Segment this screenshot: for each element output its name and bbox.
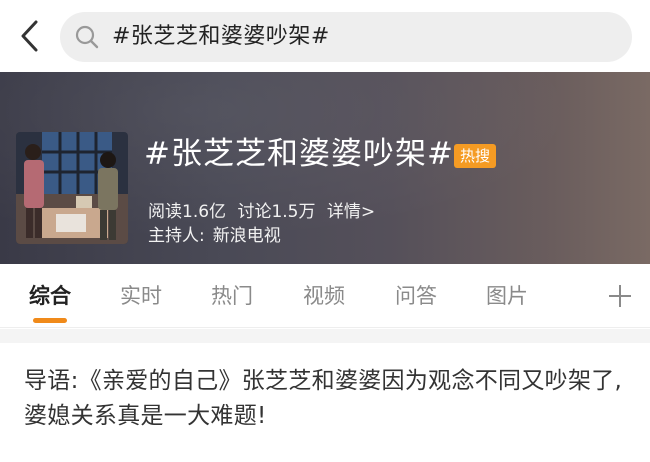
topic-stats: 阅读1.6亿 讨论1.5万 详情>	[148, 199, 381, 225]
discussion-count: 讨论1.5万	[237, 202, 316, 222]
tab-label: 实时	[120, 284, 162, 308]
tab-label: 问答	[395, 284, 437, 308]
hot-search-badge: 热搜	[454, 144, 496, 168]
plus-icon[interactable]	[606, 282, 634, 310]
tab-bar: 综合 实时 热门 视频 问答 图片	[0, 264, 650, 328]
host-label: 主持人:	[148, 226, 205, 246]
tab-label: 综合	[29, 284, 71, 308]
tab-video[interactable]: 视频	[300, 264, 348, 328]
tab-label: 图片	[486, 284, 528, 308]
search-query-text: #张芝芝和婆婆吵架#	[112, 24, 330, 49]
tab-label: 热门	[211, 284, 253, 308]
section-divider	[0, 329, 650, 343]
host-name[interactable]: 新浪电视	[213, 226, 281, 246]
back-button[interactable]	[14, 18, 46, 54]
back-arrow-icon	[21, 20, 38, 52]
topic-banner: #张芝芝和婆婆吵架# 热搜 阅读1.6亿 讨论1.5万 详情> 主持人: 新浪电视	[0, 72, 650, 264]
tab-hot[interactable]: 热门	[208, 264, 256, 328]
active-tab-indicator	[33, 318, 67, 323]
tab-qa[interactable]: 问答	[392, 264, 440, 328]
tab-label: 视频	[303, 284, 345, 308]
topic-title: #张芝芝和婆婆吵架#	[144, 136, 454, 172]
topic-intro: 导语:《亲爱的自己》张芝芝和婆婆因为观念不同又吵架了,婆媳关系真是一大难题!	[24, 368, 623, 429]
top-bar: #张芝芝和婆婆吵架#	[0, 0, 650, 72]
topic-host: 主持人: 新浪电视	[148, 223, 281, 249]
topic-thumbnail[interactable]	[16, 132, 128, 244]
thumbnail-image	[16, 132, 128, 244]
details-link[interactable]: 详情>	[327, 202, 375, 222]
search-icon	[75, 25, 99, 49]
search-input[interactable]: #张芝芝和婆婆吵架#	[60, 12, 632, 62]
tab-realtime[interactable]: 实时	[117, 264, 165, 328]
tab-comprehensive[interactable]: 综合	[26, 264, 74, 328]
read-count: 阅读1.6亿	[148, 202, 227, 222]
tab-images[interactable]: 图片	[483, 264, 531, 328]
